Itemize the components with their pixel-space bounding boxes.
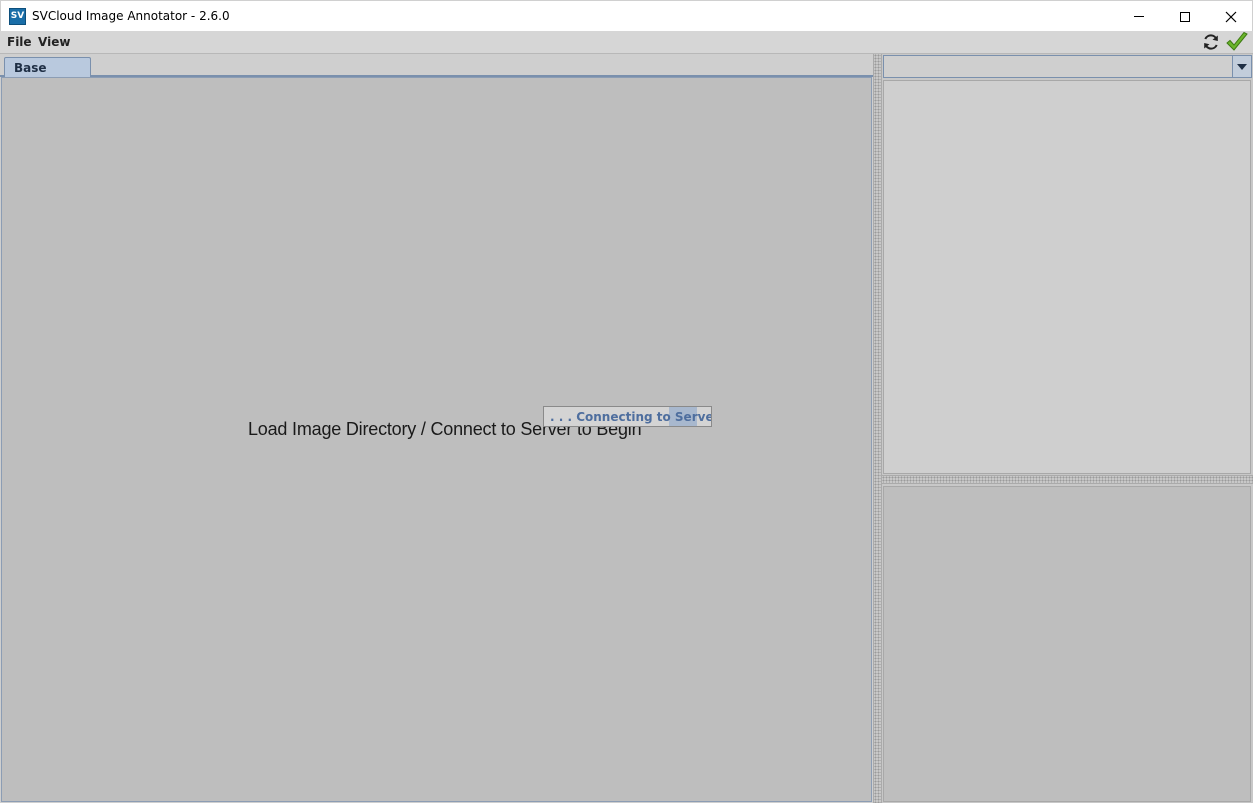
check-icon: [1226, 31, 1248, 51]
right-sidebar: [882, 54, 1253, 803]
maximize-button[interactable]: [1162, 1, 1208, 32]
close-button[interactable]: [1208, 1, 1253, 32]
horizontal-splitter-handle[interactable]: [882, 475, 1253, 484]
connecting-text: . . . Connecting to Server . . .: [550, 410, 711, 424]
close-icon: [1225, 11, 1237, 22]
menu-view[interactable]: View: [38, 35, 70, 49]
image-canvas[interactable]: Load Image Directory / Connect to Server…: [1, 77, 872, 802]
minimize-icon: [1134, 16, 1144, 17]
sidebar-lower-panel: [883, 486, 1251, 802]
menu-bar: File View: [0, 31, 1253, 54]
maximize-icon: [1180, 11, 1190, 22]
dropdown-arrow-button[interactable]: [1232, 56, 1251, 77]
menu-file[interactable]: File: [7, 35, 32, 49]
refresh-button[interactable]: [1201, 32, 1221, 52]
vertical-splitter-handle[interactable]: [873, 54, 882, 803]
minimize-button[interactable]: [1116, 1, 1162, 32]
chevron-down-icon: [1237, 63, 1247, 70]
connecting-popup: . . . Connecting to Server . . .: [543, 406, 712, 427]
title-bar: SV SVCloud Image Annotator - 2.6.0: [0, 0, 1253, 31]
tab-base-image[interactable]: Base Image: [4, 57, 91, 89]
window-title: SVCloud Image Annotator - 2.6.0: [32, 9, 230, 23]
connection-status-button[interactable]: [1225, 31, 1249, 53]
app-logo-icon: SV: [9, 8, 26, 25]
sidebar-upper-panel: [883, 80, 1251, 474]
refresh-icon: [1204, 34, 1218, 50]
image-view-area: Base Image Load Image Directory / Connec…: [0, 54, 873, 803]
sidebar-dropdown[interactable]: [883, 55, 1252, 78]
